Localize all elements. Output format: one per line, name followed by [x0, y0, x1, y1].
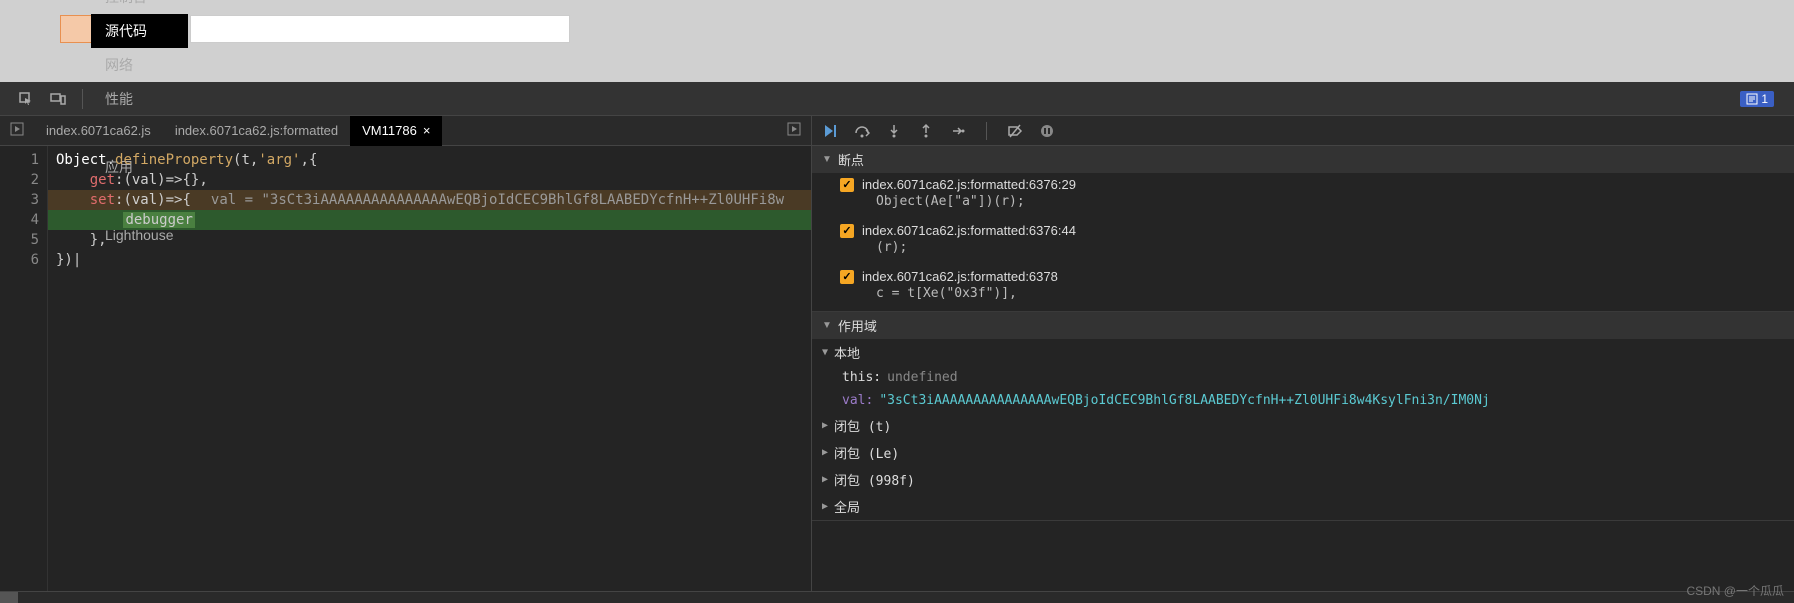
text-input[interactable]: [190, 15, 570, 43]
breakpoint-checkbox[interactable]: ✓: [840, 224, 854, 238]
source-file-tabs: index.6071ca62.jsindex.6071ca62.js:forma…: [0, 116, 811, 146]
step-into-button[interactable]: [886, 123, 902, 139]
breakpoint-code: (r);: [840, 238, 1784, 261]
device-icon[interactable]: [42, 91, 74, 107]
devtools-tab-网络[interactable]: 网络: [91, 48, 188, 82]
breakpoint-checkbox[interactable]: ✓: [840, 270, 854, 284]
expand-icon: ▶: [822, 474, 828, 485]
breakpoint-item[interactable]: ✓ index.6071ca62.js:formatted:6376:29Obje…: [812, 173, 1794, 219]
scope-global[interactable]: ▶全局: [812, 493, 1794, 520]
breakpoint-code: c = t[Xe("0x3f")],: [840, 284, 1784, 307]
code-content[interactable]: Object.defineProperty(t,'arg',{ get:(val…: [48, 146, 811, 603]
breakpoint-location: index.6071ca62.js:formatted:6376:44: [862, 223, 1076, 238]
inspect-icon[interactable]: [10, 91, 42, 107]
breakpoint-location: index.6071ca62.js:formatted:6376:29: [862, 177, 1076, 192]
devtools-panel: 元素控制台源代码网络性能内存应用安全Lighthouse 1 index.607…: [0, 82, 1794, 603]
code-line[interactable]: set:(val)=>{val = "3sCt3iAAAAAAAAAAAAAAA…: [48, 190, 811, 210]
breakpoint-checkbox[interactable]: ✓: [840, 178, 854, 192]
code-line[interactable]: })|: [48, 250, 811, 270]
source-tab[interactable]: index.6071ca62.js: [34, 116, 163, 146]
devtools-tab-控制台[interactable]: 控制台: [91, 0, 188, 14]
collapse-icon: ▼: [822, 347, 828, 358]
breakpoints-section: ▼断点 ✓ index.6071ca62.js:formatted:6376:29…: [812, 146, 1794, 312]
code-line[interactable]: Object.defineProperty(t,'arg',{: [48, 150, 811, 170]
debugger-toggle-icon[interactable]: [777, 122, 811, 139]
scope-closure[interactable]: ▶闭包 (t): [812, 412, 1794, 439]
scope-local[interactable]: ▼本地: [812, 339, 1794, 366]
breakpoint-item[interactable]: ✓ index.6071ca62.js:formatted:6376:44(r);: [812, 219, 1794, 265]
devtools-tab-性能[interactable]: 性能: [91, 82, 188, 116]
scope-header[interactable]: ▼作用域: [812, 312, 1794, 339]
breakpoints-header[interactable]: ▼断点: [812, 146, 1794, 173]
step-out-button[interactable]: [918, 123, 934, 139]
sources-panel: index.6071ca62.jsindex.6071ca62.js:forma…: [0, 116, 812, 603]
breakpoint-location: index.6071ca62.js:formatted:6378: [862, 269, 1058, 284]
step-button[interactable]: [950, 123, 966, 139]
horizontal-scrollbar[interactable]: [0, 591, 1794, 603]
breakpoint-code: Object(Ae["a"])(r);: [840, 192, 1784, 215]
page-content: [0, 0, 1794, 82]
navigator-toggle-icon[interactable]: [0, 122, 34, 139]
scope-closure[interactable]: ▶闭包 (998f): [812, 466, 1794, 493]
issues-badge[interactable]: 1: [1740, 91, 1774, 107]
scope-this: this: undefined: [812, 366, 1794, 389]
code-line[interactable]: debugger: [48, 210, 811, 230]
scope-val: val: "3sCt3iAAAAAAAAAAAAAAAwEQBjoIdCEC9B…: [812, 389, 1794, 412]
watermark: CSDN @一个瓜瓜: [1686, 582, 1784, 599]
resume-button[interactable]: [822, 123, 838, 139]
scope-section: ▼作用域 ▼本地 this: undefined val: "3sCt3iAAA…: [812, 312, 1794, 521]
debugger-toolbar: [812, 116, 1794, 146]
deactivate-breakpoints-button[interactable]: [1007, 123, 1023, 139]
collapse-icon: ▼: [822, 320, 832, 331]
pause-exceptions-button[interactable]: [1039, 123, 1055, 139]
source-tab[interactable]: index.6071ca62.js:formatted: [163, 116, 350, 146]
code-line[interactable]: get:(val)=>{},: [48, 170, 811, 190]
devtools-tab-源代码[interactable]: 源代码: [91, 14, 188, 48]
expand-icon: ▶: [822, 420, 828, 431]
issue-icon: [1746, 93, 1758, 105]
step-over-button[interactable]: [854, 123, 870, 139]
expand-icon: ▶: [822, 447, 828, 458]
line-gutter: 123456: [0, 146, 48, 603]
close-tab-icon[interactable]: ×: [423, 116, 431, 146]
expand-icon: ▶: [822, 501, 828, 512]
issue-count: 1: [1761, 92, 1768, 106]
debugger-sidebar: ▼断点 ✓ index.6071ca62.js:formatted:6376:29…: [812, 116, 1794, 603]
code-editor[interactable]: 123456 Object.defineProperty(t,'arg',{ g…: [0, 146, 811, 603]
code-line[interactable]: },: [48, 230, 811, 250]
collapse-icon: ▼: [822, 154, 832, 165]
source-tab[interactable]: VM11786×: [350, 116, 442, 146]
breakpoint-item[interactable]: ✓ index.6071ca62.js:formatted:6378c = t[X…: [812, 265, 1794, 311]
devtools-tabbar: 元素控制台源代码网络性能内存应用安全Lighthouse 1: [0, 82, 1794, 116]
scope-closure[interactable]: ▶闭包 (Le): [812, 439, 1794, 466]
